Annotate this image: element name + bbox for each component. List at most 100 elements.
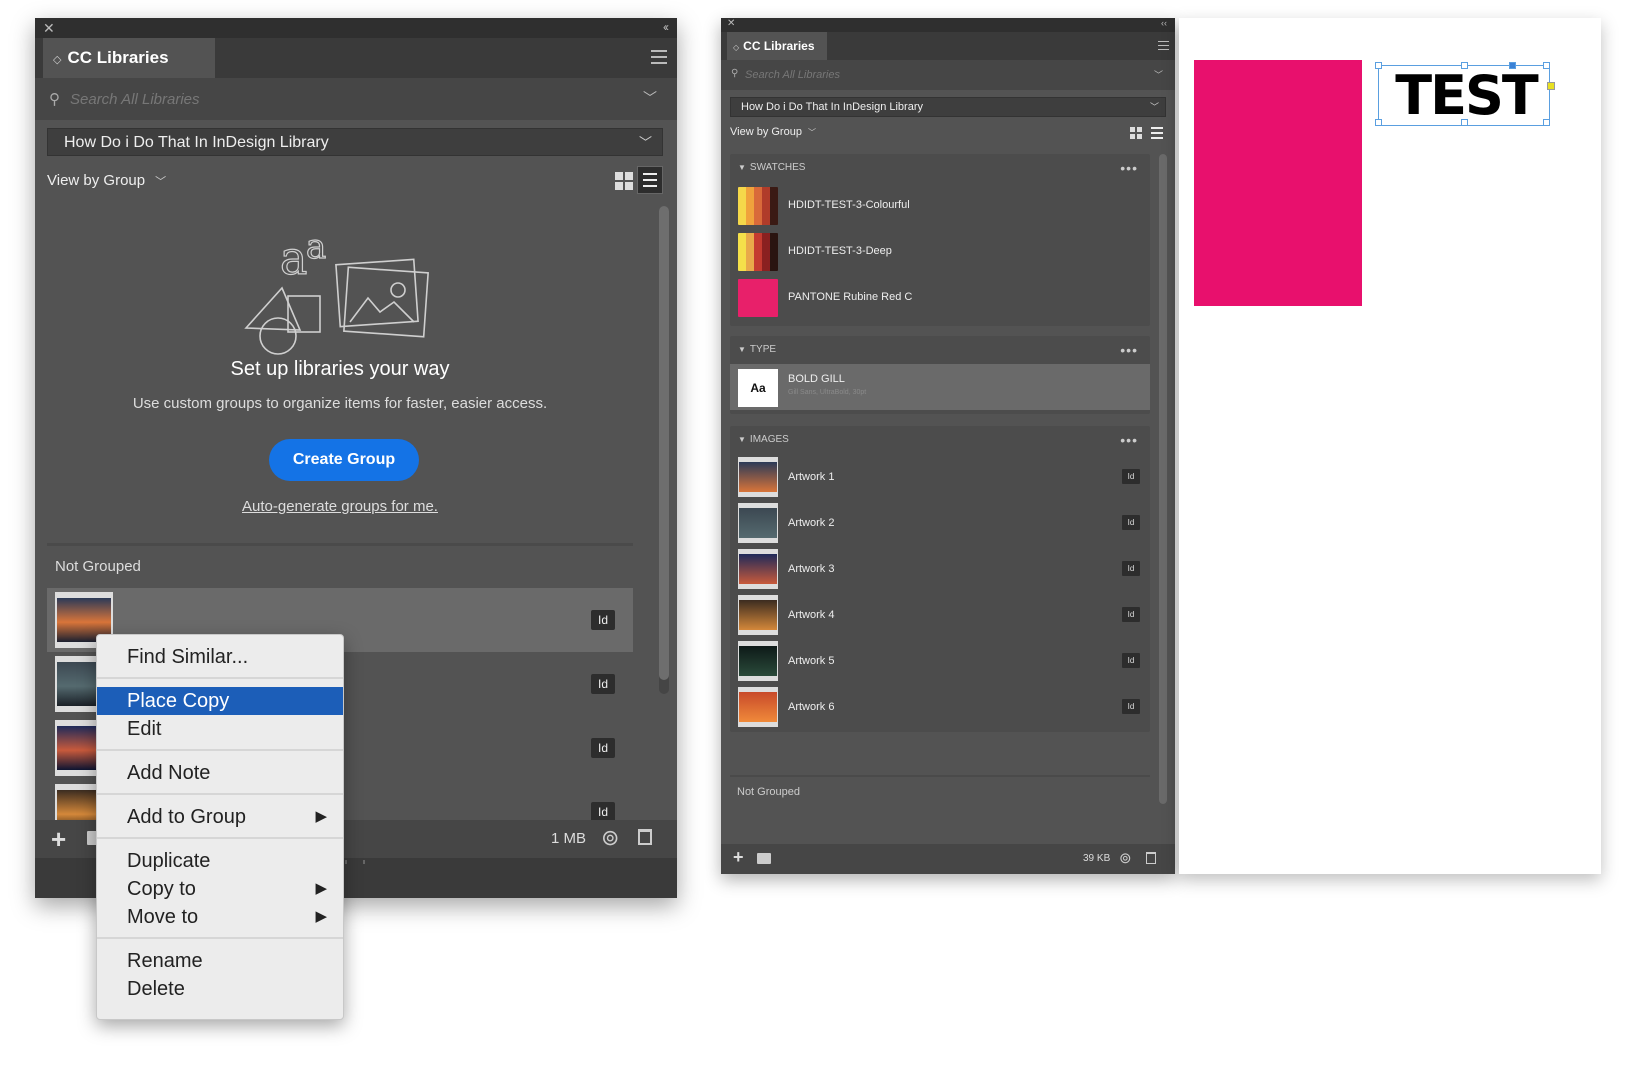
close-icon[interactable]: ✕	[43, 20, 55, 37]
menu-item-move-to[interactable]: Move to ▶	[97, 903, 343, 931]
artwork-item[interactable]: Artwork 3 Id	[730, 546, 1150, 592]
menu-item-duplicate[interactable]: Duplicate	[97, 847, 343, 875]
panel-menu-icon[interactable]	[1158, 41, 1169, 50]
more-options-icon[interactable]: •••	[1120, 336, 1138, 364]
search-input[interactable]	[70, 87, 610, 111]
selection-handle[interactable]	[1509, 62, 1516, 69]
artwork-item[interactable]: Artwork 4 Id	[730, 592, 1150, 638]
create-group-button[interactable]: Create Group	[269, 439, 419, 481]
library-name: How Do i Do That In InDesign Library	[64, 134, 329, 151]
artwork-item[interactable]: Artwork 6 Id	[730, 684, 1150, 730]
disclosure-triangle-icon[interactable]: ▼	[738, 163, 746, 172]
indesign-badge: Id	[1122, 607, 1140, 622]
scrollbar-thumb[interactable]	[659, 206, 669, 680]
swatch-color-stripe	[754, 233, 762, 271]
trash-icon[interactable]	[1146, 852, 1156, 864]
artwork-thumbnail	[738, 641, 778, 681]
menu-item-add-note[interactable]: Add Note	[97, 759, 343, 787]
type-style-label: BOLD GILL Gill Sans, UltraBold, 30pt	[788, 372, 866, 400]
artwork-label: Artwork 4	[788, 609, 835, 621]
list-view-icon[interactable]	[1150, 126, 1164, 140]
group-header[interactable]: ▼ IMAGES •••	[730, 426, 1150, 454]
view-by-dropdown[interactable]: View by Group ﹀	[47, 172, 166, 189]
selection-handle[interactable]	[1543, 62, 1550, 69]
swatch-item[interactable]: HDIDT-TEST-3-Deep	[730, 228, 1150, 274]
library-dropdown[interactable]: How Do i Do That In InDesign Library ﹀	[730, 97, 1166, 117]
view-by-label: View by Group	[730, 126, 802, 138]
menu-item-place-copy[interactable]: Place Copy	[97, 687, 343, 715]
indesign-badge: Id	[1122, 515, 1140, 530]
more-options-icon[interactable]: •••	[1120, 426, 1138, 454]
text-frame-content[interactable]: TEST	[1381, 67, 1551, 125]
folder-icon[interactable]	[757, 853, 771, 864]
not-grouped-label: Not Grouped	[55, 558, 141, 575]
sync-icon[interactable]: ⊚	[1119, 849, 1132, 867]
tab-cc-libraries[interactable]: ◇ CC Libraries	[727, 32, 827, 60]
collapse-icon[interactable]: ‹‹	[663, 20, 669, 34]
menu-item-delete[interactable]: Delete	[97, 975, 343, 1003]
tab-cc-libraries[interactable]: ◇ CC Libraries	[43, 38, 215, 78]
scrollbar[interactable]	[1159, 154, 1167, 804]
disclosure-triangle-icon[interactable]: ▼	[738, 345, 746, 354]
artwork-item[interactable]: Artwork 5 Id	[730, 638, 1150, 684]
selection-handle[interactable]	[1461, 62, 1468, 69]
panel-tab-row: ◇ CC Libraries	[721, 32, 1175, 60]
submenu-arrow-icon: ▶	[315, 908, 327, 925]
library-size: 1 MB	[551, 830, 587, 847]
chevron-down-icon[interactable]: ﹀	[1154, 68, 1163, 81]
menu-item-rename[interactable]: Rename	[97, 947, 343, 975]
swatch-item[interactable]: PANTONE Rubine Red C	[730, 274, 1150, 320]
menu-separator	[97, 793, 343, 795]
library-size: 39 KB	[1083, 853, 1111, 864]
artwork-label: Artwork 5	[788, 655, 835, 667]
add-icon[interactable]: +	[733, 847, 744, 868]
collapse-icon[interactable]: ‹‹	[1161, 18, 1167, 28]
svg-text:a: a	[280, 231, 307, 285]
menu-item-find-similar[interactable]: Find Similar...	[97, 643, 343, 671]
swatch-label: PANTONE Rubine Red C	[788, 291, 913, 303]
text-out-port-icon[interactable]	[1547, 82, 1555, 90]
swatch-color-stripe	[738, 187, 746, 225]
trash-icon[interactable]	[638, 829, 652, 845]
view-by-dropdown[interactable]: View by Group ﹀	[730, 126, 816, 138]
menu-item-copy-to[interactable]: Copy to ▶	[97, 875, 343, 903]
list-view-icon[interactable]	[637, 166, 663, 194]
artwork-label: Artwork 2	[788, 517, 835, 529]
more-options-icon[interactable]: •••	[1120, 154, 1138, 182]
menu-item-add-to-group[interactable]: Add to Group ▶	[97, 803, 343, 831]
selection-handle[interactable]	[1461, 119, 1468, 126]
scrollbar-thumb[interactable]	[1159, 154, 1167, 804]
group-header[interactable]: ▼ SWATCHES •••	[730, 154, 1150, 182]
search-input[interactable]	[745, 67, 1125, 83]
selection-handle[interactable]	[1543, 119, 1550, 126]
close-icon[interactable]: ✕	[727, 18, 735, 29]
sync-icon[interactable]: ⊚	[601, 825, 619, 851]
pink-rectangle[interactable]	[1194, 60, 1362, 306]
selection-handle[interactable]	[1375, 62, 1382, 69]
type-style-item[interactable]: Aa BOLD GILL Gill Sans, UltraBold, 30pt	[730, 364, 1150, 410]
auto-generate-link[interactable]: Auto-generate groups for me.	[35, 498, 645, 515]
chevron-down-icon[interactable]: ﹀	[643, 88, 657, 108]
artwork-item[interactable]: Artwork 1 Id	[730, 454, 1150, 500]
grid-view-icon[interactable]	[615, 172, 633, 190]
disclosure-triangle-icon[interactable]: ▼	[738, 435, 746, 444]
group-header[interactable]: ▼ TYPE •••	[730, 336, 1150, 364]
panel-tab-row: ◇ CC Libraries	[35, 38, 677, 78]
swatch-color-stripe	[746, 233, 754, 271]
context-menu: Find Similar... Place Copy Edit Add Note…	[96, 634, 344, 1020]
artwork-item[interactable]: Artwork 2 Id	[730, 500, 1150, 546]
swatch-item[interactable]: HDIDT-TEST-3-Colourful	[730, 182, 1150, 228]
panel-menu-icon[interactable]	[651, 50, 667, 64]
right-libraries-panel: ✕ ‹‹ ◇CC Libraries ⚲ ﹀ How Do i Do That …	[721, 18, 1175, 874]
resize-grip-icon[interactable]	[345, 860, 365, 864]
add-icon[interactable]: +	[51, 824, 66, 855]
text-frame[interactable]: TEST	[1375, 62, 1555, 126]
menu-item-label: Edit	[127, 718, 162, 740]
artwork-label: Artwork 1	[788, 471, 835, 483]
library-dropdown[interactable]: How Do i Do That In InDesign Library ﹀	[47, 128, 663, 156]
scrollbar[interactable]	[659, 206, 669, 694]
menu-item-edit[interactable]: Edit	[97, 715, 343, 743]
selection-handle[interactable]	[1375, 119, 1382, 126]
group-title: IMAGES	[749, 434, 789, 445]
grid-view-icon[interactable]	[1130, 127, 1142, 139]
